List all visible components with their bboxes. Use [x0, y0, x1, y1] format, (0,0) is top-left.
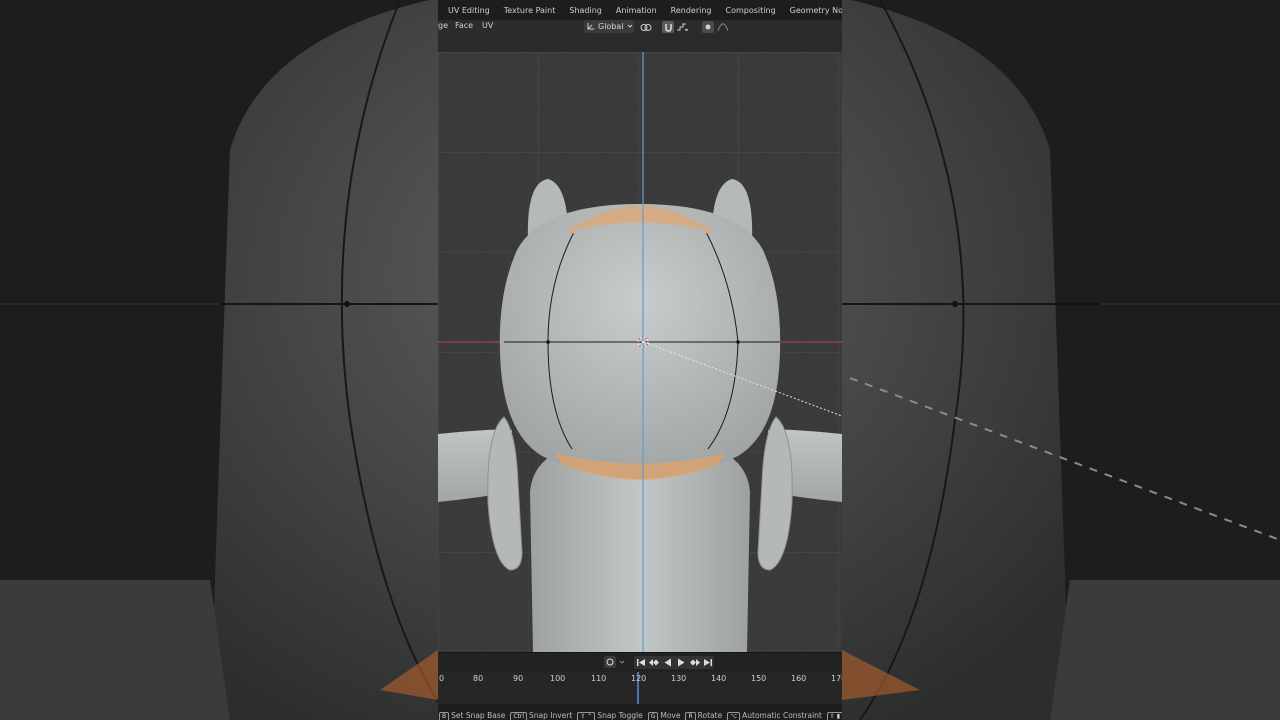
frame-tick: 160 [791, 674, 807, 683]
frame-tick: 0 [439, 674, 445, 683]
status-bar: B Set Snap Base Ctrl Snap Invert ⇧ ⌃ Snap T… [438, 704, 842, 720]
timeline-ruler[interactable]: 0 80 90 100 110 120 130 140 150 160 170 [438, 672, 842, 704]
key-icon: R [685, 711, 696, 720]
header-region [438, 34, 842, 52]
play-icon[interactable] [677, 658, 685, 670]
status-hint: ⌥ Automatic Constraint [727, 703, 822, 720]
workspace-tab-bar: UV Editing Texture Paint Shading Animati… [438, 0, 842, 20]
frame-tick: 150 [751, 674, 767, 683]
frame-tick: 100 [550, 674, 566, 683]
status-hint: B Set Snap Base [439, 703, 505, 720]
menu-uv[interactable]: UV [482, 21, 493, 30]
chevron-down-icon [627, 22, 633, 31]
tab-geometry-nodes[interactable]: Geometry Nodes [790, 6, 842, 15]
status-hint-label: Snap Invert [529, 710, 573, 720]
tab-shading[interactable]: Shading [569, 6, 602, 15]
3d-viewport[interactable] [438, 52, 842, 652]
status-hint: ⇧ ⌃ Snap Toggle [577, 703, 643, 720]
proportional-edit-icon[interactable] [702, 21, 714, 33]
status-hint-label: Automatic Constraint [742, 710, 822, 720]
menu-face[interactable]: Face [455, 21, 473, 30]
vertex [572, 230, 576, 234]
key-icon: Ctrl [510, 711, 528, 720]
pivot-link-icon[interactable] [640, 21, 652, 33]
status-hint: G Move [647, 703, 681, 720]
key-icon: ⇧ ⌃ [577, 711, 596, 720]
playback-controls [634, 656, 714, 669]
menu-edge[interactable]: ge [438, 21, 448, 30]
snap-magnet-icon[interactable] [662, 21, 674, 33]
record-dropdown-chevron-icon[interactable] [619, 656, 625, 671]
vertex [704, 230, 708, 234]
status-hint: R Rotate [685, 703, 722, 720]
frame-tick: 170 [831, 674, 842, 683]
orientation-label: Global [598, 22, 624, 31]
frame-tick: 80 [473, 674, 484, 683]
transform-orientation-icon [587, 22, 595, 32]
blender-window: UV Editing Texture Paint Shading Animati… [438, 0, 842, 720]
key-icon: ⌥ [727, 711, 741, 720]
jump-end-icon[interactable] [703, 658, 712, 670]
transform-orientation-dropdown[interactable]: Global [584, 20, 634, 33]
frame-tick: 90 [513, 674, 524, 683]
status-hint: ⇧ ▮A [826, 703, 842, 720]
tab-animation[interactable]: Animation [616, 6, 657, 15]
prev-keyframe-icon[interactable] [649, 658, 661, 670]
key-icon: ⇧ ▮ [826, 711, 842, 720]
key-icon: B [439, 711, 450, 720]
next-keyframe-icon[interactable] [688, 658, 700, 670]
falloff-icon[interactable] [717, 21, 729, 33]
play-reverse-icon[interactable] [664, 658, 672, 670]
frame-tick: 110 [591, 674, 607, 683]
viewport-header: ge Face UV Global [438, 20, 842, 34]
vertex [736, 340, 740, 344]
frame-tick: 120 [631, 674, 647, 683]
tab-compositing[interactable]: Compositing [726, 6, 776, 15]
status-hint-label: Set Snap Base [451, 710, 506, 720]
tab-texture-paint[interactable]: Texture Paint [504, 6, 556, 15]
frame-tick: 140 [711, 674, 727, 683]
timeline-header [438, 652, 842, 673]
snap-increment-icon[interactable] [676, 21, 688, 33]
tab-uv-editing[interactable]: UV Editing [448, 6, 490, 15]
frame-tick: 130 [671, 674, 687, 683]
status-hint-label: Move [660, 710, 681, 720]
status-hint: Ctrl Snap Invert [510, 703, 572, 720]
record-icon[interactable] [604, 656, 616, 671]
tab-rendering[interactable]: Rendering [671, 6, 712, 15]
jump-start-icon[interactable] [637, 658, 646, 670]
status-hint-label: Snap Toggle [597, 710, 643, 720]
vertex [546, 340, 550, 344]
key-icon: G [647, 711, 659, 720]
status-hint-label: Rotate [697, 710, 723, 720]
